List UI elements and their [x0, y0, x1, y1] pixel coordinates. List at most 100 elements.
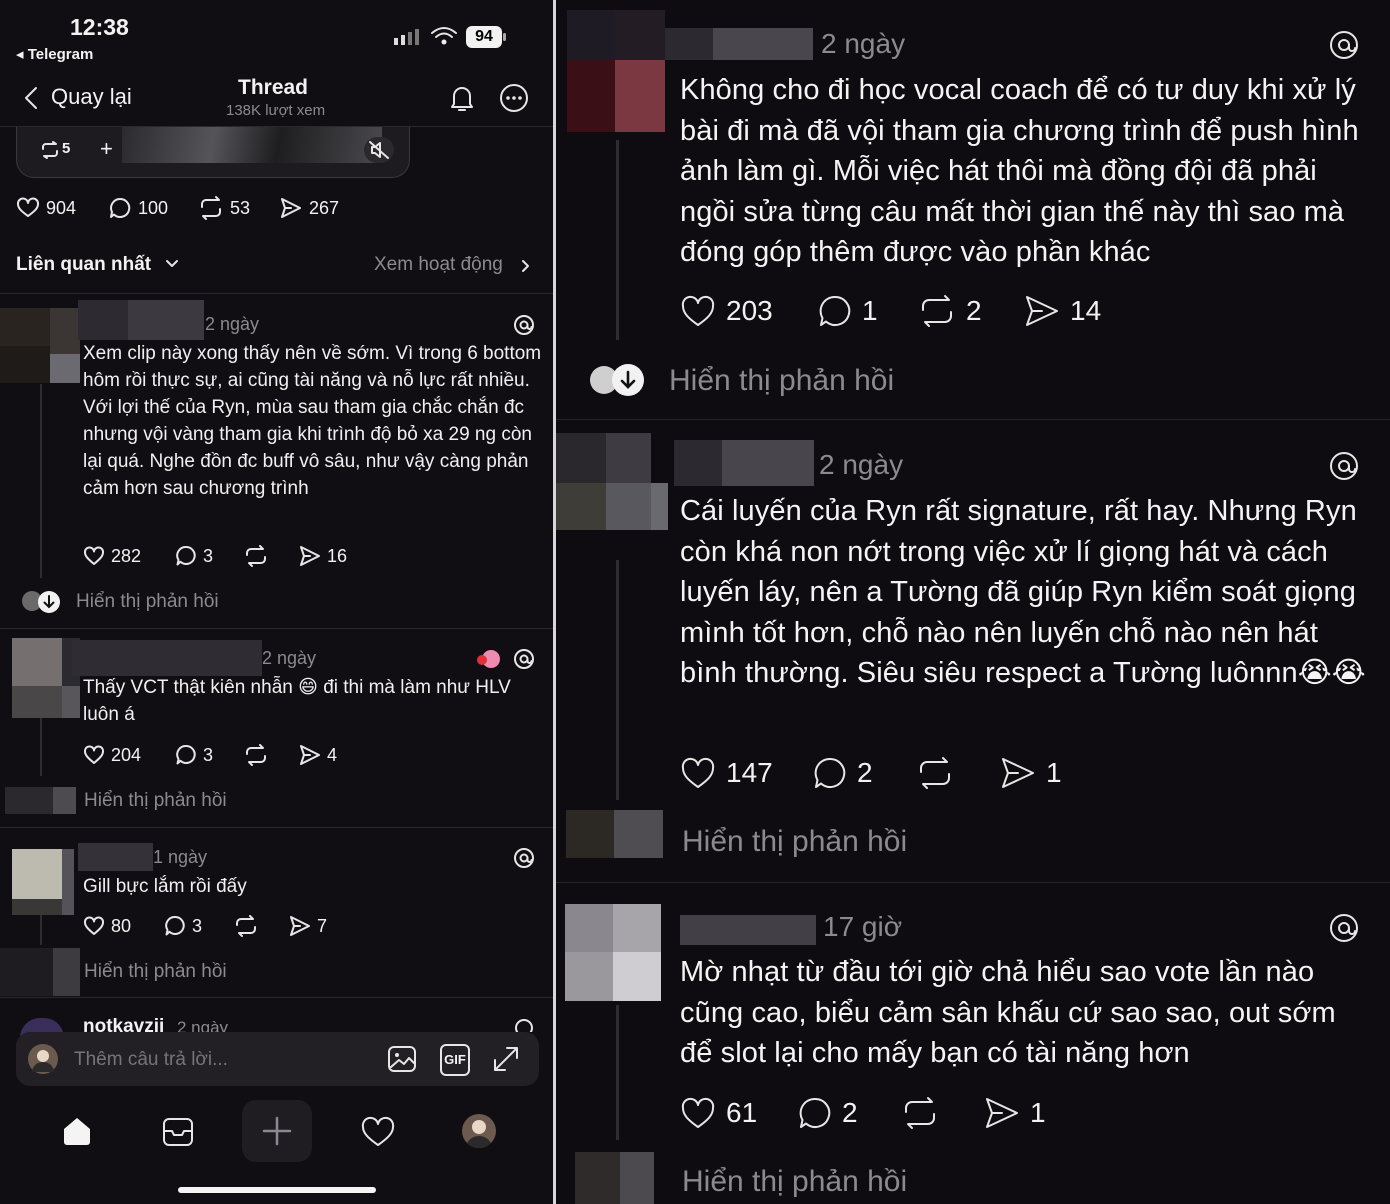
repost-button[interactable]	[916, 756, 954, 790]
mute-button[interactable]	[364, 137, 394, 163]
back-to-telegram-link[interactable]: ◂ Telegram	[16, 45, 93, 63]
sort-dropdown[interactable]: Liên quan nhất	[16, 254, 151, 276]
share-button[interactable]: 4	[299, 744, 337, 766]
post-like-button[interactable]: 904	[16, 196, 76, 220]
thread-line	[40, 384, 42, 578]
avatar[interactable]	[565, 904, 613, 952]
threads-logo-icon[interactable]	[1327, 28, 1361, 62]
show-replies-link[interactable]: Hiển thị phản hồi	[84, 961, 227, 983]
comment-time: 2 ngày	[821, 28, 906, 59]
username-redacted	[78, 843, 153, 871]
reply-button[interactable]: 2	[798, 1096, 858, 1130]
threads-logo-icon[interactable]	[1327, 911, 1361, 945]
like-button[interactable]: 282	[83, 545, 141, 567]
repost-button[interactable]	[244, 744, 268, 766]
like-button[interactable]: 204	[83, 744, 141, 766]
repost-button[interactable]: 2	[918, 294, 982, 328]
heart-icon	[681, 1097, 715, 1128]
replier-avatar	[5, 787, 53, 814]
like-button[interactable]: 80	[83, 915, 131, 937]
repost-button[interactable]	[901, 1096, 939, 1130]
view-activity-link[interactable]: Xem hoạt động	[374, 254, 503, 276]
home-indicator	[178, 1187, 376, 1193]
notification-bell-icon[interactable]	[448, 83, 476, 113]
post-repost-count: 53	[230, 197, 251, 218]
like-button[interactable]: 147	[680, 756, 773, 790]
status-time: 12:38	[70, 14, 129, 40]
tab-home-icon[interactable]	[60, 1114, 94, 1148]
heart-icon	[681, 295, 715, 326]
chevron-down-icon[interactable]	[164, 258, 180, 270]
reply-button[interactable]: 1	[818, 294, 878, 328]
repost-icon	[922, 295, 952, 327]
image-attach-icon[interactable]	[387, 1044, 417, 1074]
repost-icon	[246, 545, 266, 567]
avatar[interactable]	[12, 638, 62, 686]
comment-bubble-icon	[176, 545, 196, 566]
comment-time: 2 ngày	[262, 648, 317, 668]
reply-input[interactable]	[72, 1044, 366, 1076]
heart-icon	[17, 197, 39, 217]
add-icon[interactable]: +	[100, 136, 113, 162]
tab-profile-avatar[interactable]	[462, 1114, 496, 1148]
like-button[interactable]: 61	[680, 1096, 757, 1130]
reply-count: 3	[203, 744, 214, 765]
show-replies-link[interactable]: Hiển thị phản hồi	[682, 1165, 907, 1199]
thread-line	[40, 718, 42, 776]
left-screenshot-panel: 12:38 ◂ Telegram 94 Quay lại Thread 138K…	[0, 0, 556, 1204]
more-options-icon[interactable]	[499, 83, 529, 113]
tab-inbox-icon[interactable]	[161, 1115, 195, 1149]
threads-logo-icon[interactable]	[512, 647, 536, 671]
video-thumbnail[interactable]	[122, 127, 382, 163]
share-button[interactable]: 1	[1000, 756, 1062, 790]
share-button[interactable]: 7	[289, 915, 327, 937]
media-card[interactable]	[16, 127, 410, 178]
repost-button[interactable]	[244, 545, 268, 567]
show-replies-arrow-icon[interactable]	[612, 364, 644, 396]
thread-line	[616, 140, 619, 340]
comment-bubble-icon	[110, 197, 131, 218]
tab-activity-heart-icon[interactable]	[360, 1116, 396, 1148]
repost-button[interactable]	[234, 915, 258, 937]
show-replies-link[interactable]: Hiển thị phản hồi	[84, 790, 227, 812]
comment-text: Mờ nhạt từ đầu tới giờ chả hiểu sao vote…	[680, 956, 1336, 1070]
avatar[interactable]	[556, 433, 606, 483]
reaction-sticker-icon	[472, 648, 502, 670]
partial-username[interactable]: notkavzii	[83, 1016, 164, 1032]
reply-button[interactable]: 3	[164, 915, 202, 937]
share-button[interactable]: 14	[1024, 294, 1101, 328]
reply-count: 2	[842, 1097, 858, 1128]
reply-button[interactable]: 3	[175, 545, 213, 567]
like-button[interactable]: 203	[680, 294, 773, 328]
battery-cap-icon	[503, 33, 506, 41]
threads-logo-icon[interactable]	[512, 846, 536, 870]
avatar[interactable]	[0, 308, 50, 346]
tab-create-button[interactable]	[242, 1100, 312, 1162]
share-button[interactable]: 16	[299, 545, 347, 567]
show-replies-link[interactable]: Hiển thị phản hồi	[669, 364, 894, 398]
comment-text: Cái luyến của Ryn rất signature, rất hay…	[680, 495, 1366, 690]
threads-logo-icon[interactable]	[512, 313, 536, 337]
show-replies-link[interactable]: Hiển thị phản hồi	[76, 591, 219, 613]
avatar[interactable]	[567, 10, 615, 60]
expand-icon[interactable]	[491, 1044, 521, 1074]
gif-button[interactable]: GIF	[440, 1044, 470, 1076]
back-chevron-icon[interactable]	[22, 85, 40, 111]
show-replies-arrow-icon[interactable]	[38, 591, 60, 613]
post-share-button[interactable]: 267	[279, 196, 339, 220]
reply-button[interactable]: 3	[175, 744, 213, 766]
post-repost-button[interactable]: 53	[198, 196, 250, 220]
reply-button[interactable]: 2	[813, 756, 873, 790]
share-send-icon	[986, 1098, 1018, 1128]
threads-logo-icon[interactable]	[1327, 449, 1361, 483]
repost-small-icon	[40, 141, 60, 159]
post-comment-count: 100	[138, 197, 169, 218]
share-button[interactable]: 1	[984, 1096, 1046, 1130]
show-replies-link[interactable]: Hiển thị phản hồi	[682, 825, 907, 859]
share-count: 1	[1030, 1097, 1046, 1128]
post-comment-button[interactable]: 100	[108, 196, 168, 220]
avatar[interactable]	[12, 849, 62, 899]
back-button[interactable]: Quay lại	[51, 84, 132, 110]
like-count: 204	[111, 744, 142, 765]
replier-avatar	[566, 810, 614, 858]
